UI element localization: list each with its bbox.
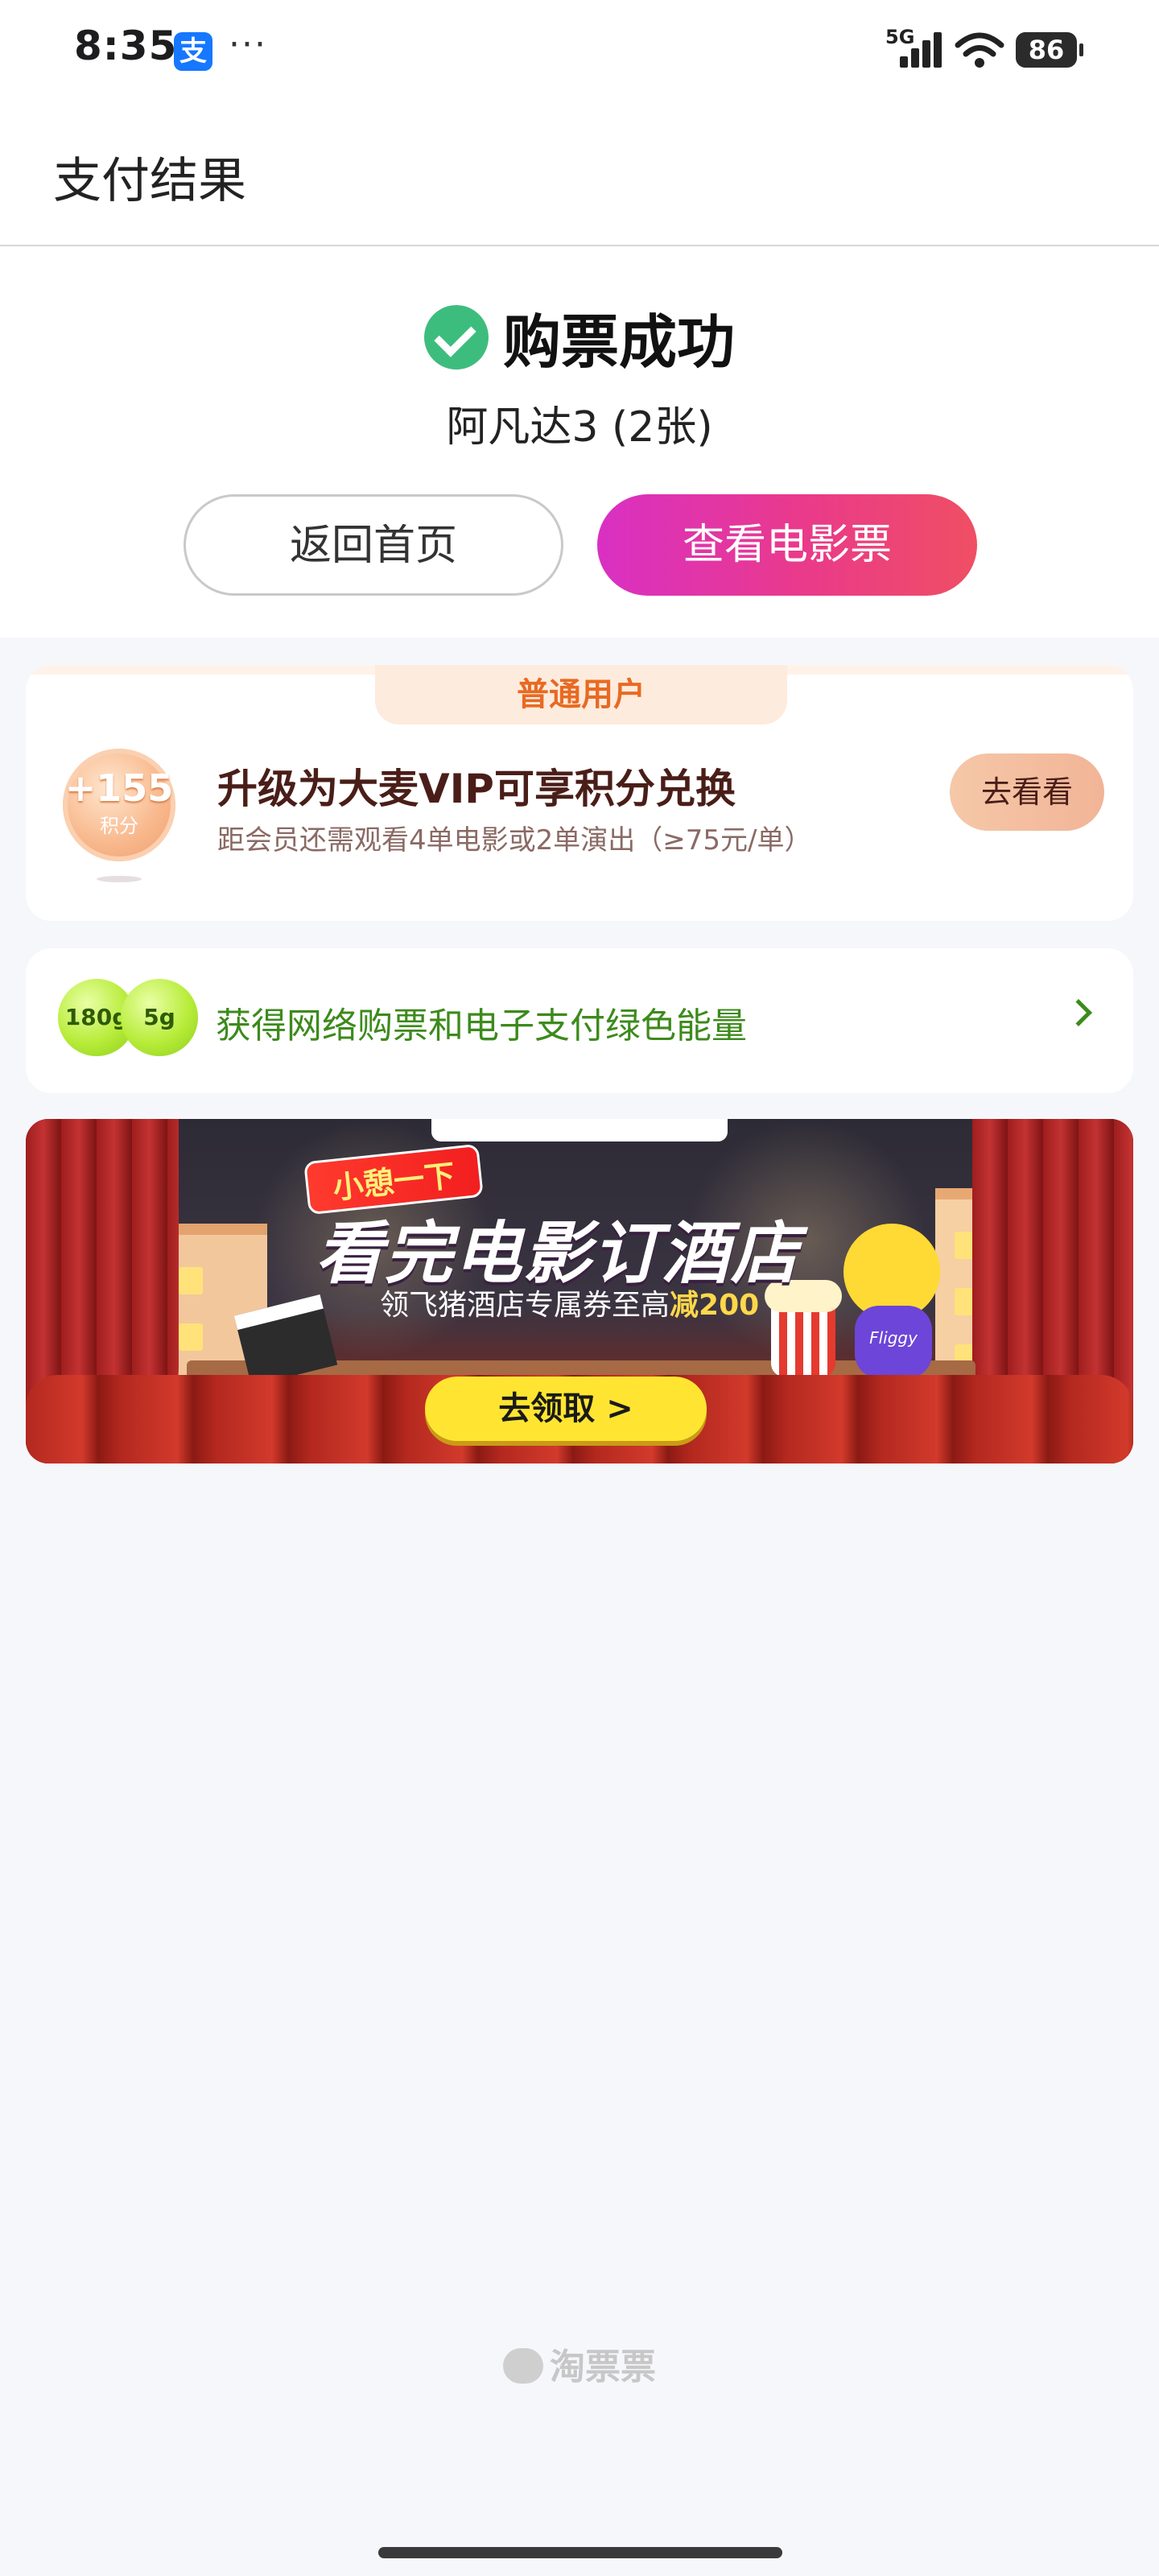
more-dots-icon: ···: [229, 24, 267, 65]
back-home-button[interactable]: 返回首页: [184, 494, 563, 596]
nav-bar: 支付结果: [0, 101, 1159, 246]
wifi-icon: [955, 32, 1004, 68]
claim-coupon-button[interactable]: 去领取 >: [425, 1377, 707, 1441]
status-time: 8:35: [74, 23, 178, 69]
vip-upgrade-card: 普通用户 +155 积分 升级为大麦VIP可享积分兑换 距会员还需观看4单电影或…: [26, 665, 1133, 921]
banner-subtitle-text: 领飞猪酒店专属券至高: [380, 1289, 670, 1322]
fliggy-mascot-body: Fliggy: [855, 1306, 932, 1378]
signal-icon: [900, 32, 945, 68]
brand-logo: 淘票票: [0, 2338, 1159, 2389]
check-circle-icon: [423, 304, 489, 369]
points-unit: 积分: [100, 815, 138, 837]
success-header: 购票成功: [0, 295, 1159, 376]
coin-shadow: [97, 876, 142, 882]
green-energy-text: 获得网络购票和电子支付绿色能量: [216, 1005, 747, 1046]
success-status: 购票成功: [502, 308, 735, 376]
points-value: +155: [64, 766, 174, 810]
vip-subtitle: 距会员还需观看4单电影或2单演出（≥75元/单）: [217, 824, 812, 857]
battery-indicator: 86: [1016, 32, 1083, 68]
view-ticket-button[interactable]: 查看电影票: [597, 494, 977, 596]
energy-ball-icon: 5g: [121, 979, 198, 1056]
partner-logo-chip: [431, 1119, 728, 1141]
user-level-tab: 普通用户: [375, 665, 787, 724]
vip-title: 升级为大麦VIP可享积分兑换: [217, 766, 736, 812]
popcorn-icon: [765, 1280, 842, 1377]
green-energy-card[interactable]: 180g 5g 获得网络购票和电子支付绿色能量: [26, 948, 1133, 1093]
points-coin-icon: +155 积分: [63, 749, 175, 861]
page-title: 支付结果: [53, 153, 246, 209]
home-indicator[interactable]: [378, 2547, 782, 2558]
brand-name: 淘票票: [550, 2347, 656, 2388]
status-bar: 8:35 支 ··· 5G 86: [0, 0, 1159, 101]
banner-discount: 减200: [670, 1289, 760, 1322]
chevron-right-icon: [1065, 999, 1092, 1026]
banner-subtitle: 领飞猪酒店专属券至高减200: [380, 1282, 759, 1323]
movie-info: 阿凡达3 (2张): [446, 403, 713, 452]
vip-go-see-button[interactable]: 去看看: [950, 753, 1104, 831]
taopiaopiao-logo-icon: [503, 2348, 543, 2384]
alipay-icon: 支: [174, 32, 212, 71]
hotel-promo-banner[interactable]: Fliggy 小憩一下 看完电影订酒店 领飞猪酒店专属券至高减200 去领取 >: [26, 1119, 1133, 1463]
